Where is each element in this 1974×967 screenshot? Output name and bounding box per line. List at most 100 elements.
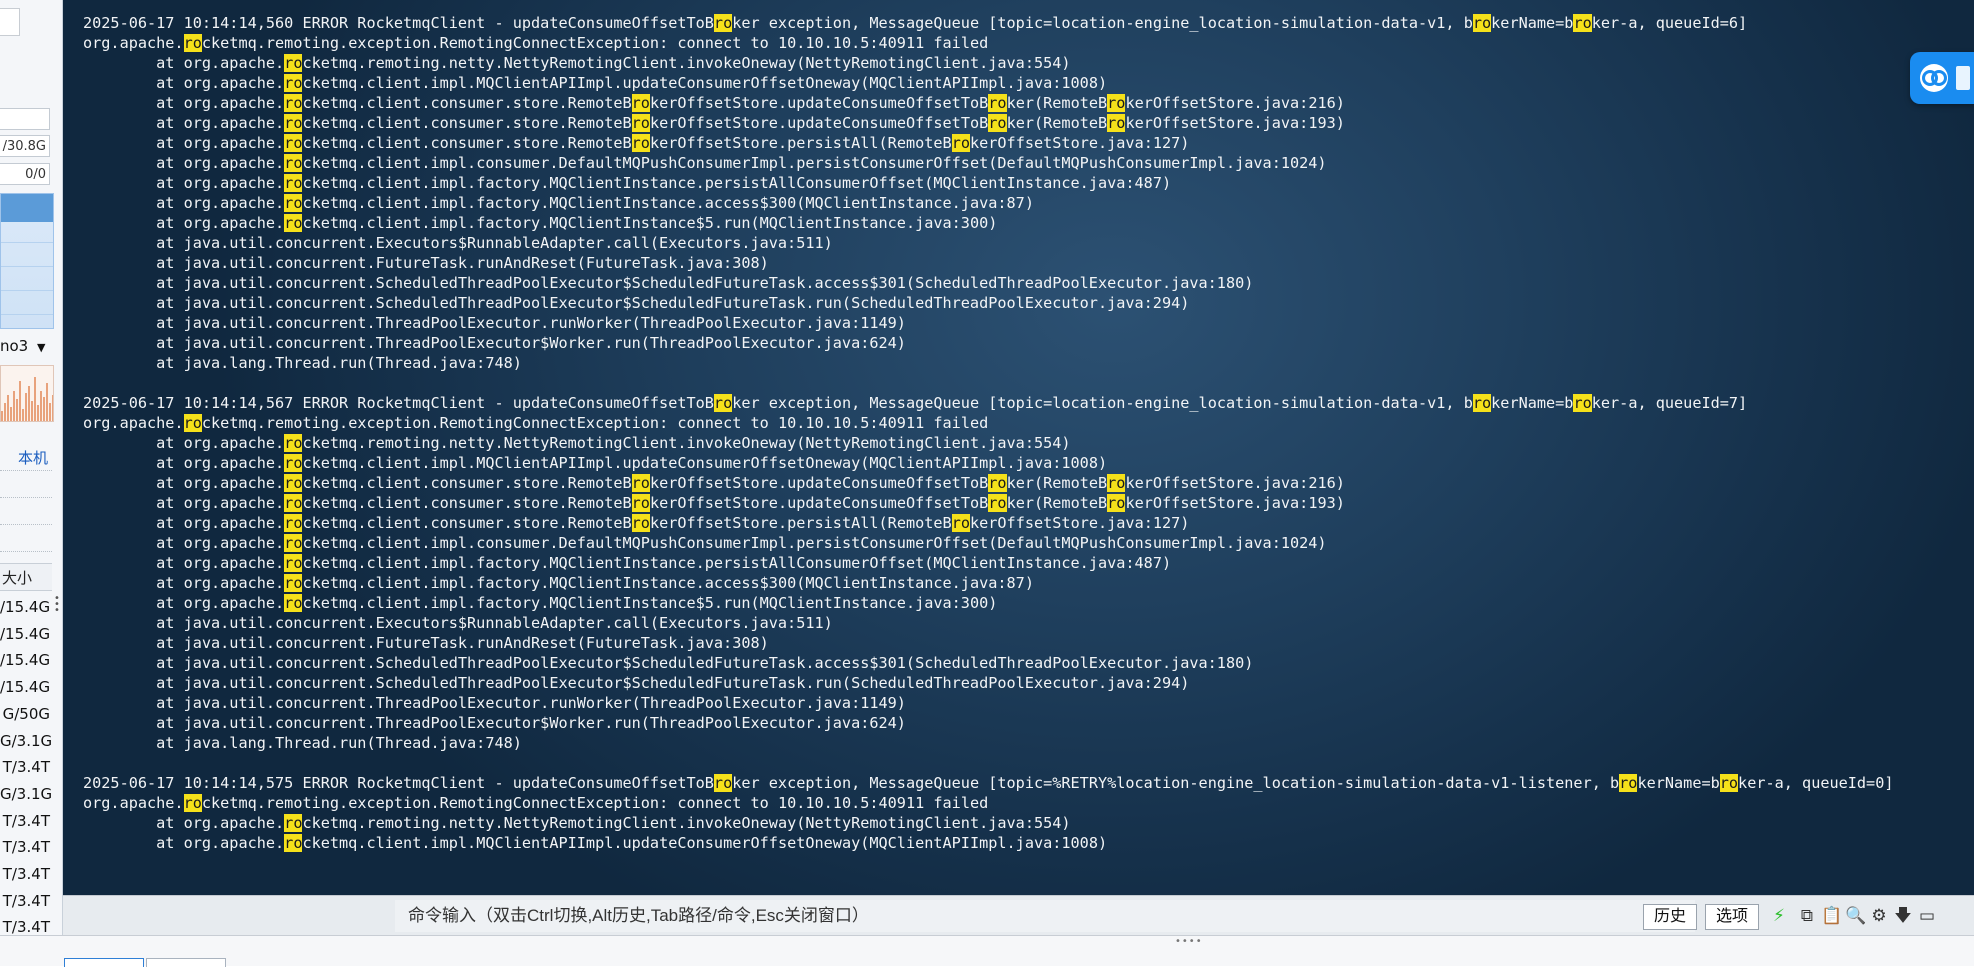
disk-size-value: /15.4G bbox=[0, 598, 51, 616]
sidebar-top-box[interactable] bbox=[0, 8, 20, 36]
graph-bar bbox=[34, 377, 36, 421]
search-highlight: ro bbox=[284, 434, 303, 452]
search-icon[interactable]: 🔍 bbox=[1845, 906, 1866, 926]
resize-grip[interactable]: •••• bbox=[1175, 936, 1203, 947]
disk-size-value: T/3.4T bbox=[2, 918, 50, 937]
log-line: at org.apache.rocketmq.remoting.netty.Ne… bbox=[83, 53, 1894, 73]
sidebar-usage-graph bbox=[0, 365, 54, 422]
log-text-segment: kerName=b bbox=[1637, 774, 1720, 792]
search-highlight: ro bbox=[1619, 774, 1638, 792]
size-column-header[interactable]: 大小 bbox=[0, 563, 52, 591]
sidebar-blank-field[interactable] bbox=[0, 108, 50, 130]
log-text-segment: 2025-06-17 10:14:14,560 ERROR RocketmqCl… bbox=[83, 14, 714, 32]
log-line: at java.util.concurrent.ThreadPoolExecut… bbox=[83, 693, 1894, 713]
search-highlight: ro bbox=[631, 514, 650, 532]
search-highlight: ro bbox=[284, 94, 303, 112]
log-line: at java.util.concurrent.ScheduledThreadP… bbox=[83, 293, 1894, 313]
log-text-segment: at org.apache. bbox=[83, 574, 285, 592]
log-text-segment: ker(RemoteB bbox=[1006, 474, 1108, 492]
disk-size-value: T/3.4T bbox=[2, 758, 50, 777]
disk-size-value: /15.4G bbox=[0, 651, 51, 670]
search-highlight: ro bbox=[951, 134, 970, 152]
history-button[interactable]: 历史 bbox=[1643, 904, 1698, 930]
log-line: at java.util.concurrent.FutureTask.runAn… bbox=[83, 633, 1894, 653]
gear-icon[interactable]: ⚙ bbox=[1869, 906, 1889, 926]
log-text-segment: at java.lang.Thread.run(Thread.java:748) bbox=[83, 354, 522, 372]
log-text-segment: org.apache. bbox=[83, 414, 184, 432]
options-button[interactable]: 选项 bbox=[1705, 904, 1760, 930]
log-line: at org.apache.rocketmq.client.impl.consu… bbox=[83, 533, 1894, 553]
paste-icon[interactable]: 📋 bbox=[1821, 906, 1842, 926]
search-highlight: ro bbox=[284, 134, 303, 152]
search-highlight: ro bbox=[284, 194, 303, 212]
maximize-icon[interactable]: ▭ bbox=[1917, 906, 1937, 926]
log-line: at org.apache.rocketmq.client.impl.MQCli… bbox=[83, 453, 1894, 473]
search-highlight: ro bbox=[1472, 394, 1492, 412]
search-highlight: ro bbox=[713, 774, 733, 792]
log-text-segment: cketmq.remoting.exception.RemotingConnec… bbox=[201, 794, 989, 812]
search-highlight: ro bbox=[284, 114, 303, 132]
search-highlight: ro bbox=[284, 514, 303, 532]
log-text-segment: at java.util.concurrent.ThreadPoolExecut… bbox=[83, 334, 906, 352]
graph-bar bbox=[13, 391, 15, 421]
floating-app-button[interactable] bbox=[1910, 52, 1974, 104]
arrow-down-icon[interactable]: 🡇 bbox=[1893, 906, 1913, 926]
log-text-segment: at java.util.concurrent.FutureTask.runAn… bbox=[83, 254, 769, 272]
log-line: at java.lang.Thread.run(Thread.java:748) bbox=[83, 353, 1894, 373]
splitter-handle[interactable]: • • • bbox=[54, 594, 60, 616]
sidebar-dropdown[interactable]: no3 ▼ bbox=[0, 337, 45, 355]
search-highlight: ro bbox=[183, 414, 202, 432]
search-highlight: ro bbox=[284, 534, 303, 552]
log-text-segment: kerOffsetStore.updateConsumeOffsetToB bbox=[649, 114, 989, 132]
copy-icon[interactable]: ⧉ bbox=[1797, 906, 1817, 926]
command-input[interactable] bbox=[395, 900, 1695, 932]
log-text-segment: cketmq.client.impl.MQClientAPIImpl.updat… bbox=[302, 834, 1108, 852]
search-highlight: ro bbox=[284, 594, 303, 612]
tab-active[interactable] bbox=[64, 958, 144, 967]
log-text-segment: cketmq.client.impl.consumer.DefaultMQPus… bbox=[302, 154, 1327, 172]
log-text-segment: kerOffsetStore.updateConsumeOffsetToB bbox=[649, 494, 989, 512]
log-text-segment: at org.apache. bbox=[83, 134, 285, 152]
log-text-segment: cketmq.client.impl.factory.MQClientInsta… bbox=[302, 214, 998, 232]
log-text-segment: at java.util.concurrent.ScheduledThreadP… bbox=[83, 674, 1190, 692]
graph-bar bbox=[25, 393, 27, 421]
tab-inactive[interactable] bbox=[146, 958, 226, 967]
graph-bar bbox=[22, 409, 24, 421]
selected-row[interactable] bbox=[1, 194, 53, 222]
search-highlight: ro bbox=[1107, 114, 1126, 132]
log-line: at org.apache.rocketmq.client.consumer.s… bbox=[83, 113, 1894, 133]
disk-size-value: G/3.1G bbox=[0, 784, 53, 803]
log-text-segment: at java.util.concurrent.ScheduledThreadP… bbox=[83, 654, 1254, 672]
log-text-segment: kerName=b bbox=[1491, 14, 1574, 32]
log-text-segment: cketmq.client.impl.factory.MQClientInsta… bbox=[302, 554, 1172, 572]
graph-bar bbox=[31, 401, 33, 421]
log-text-segment: kerOffsetStore.java:193) bbox=[1125, 114, 1345, 132]
search-highlight: ro bbox=[284, 474, 303, 492]
terminal-output[interactable]: 2025-06-17 10:14:14,560 ERROR RocketmqCl… bbox=[63, 0, 1974, 895]
lightning-icon[interactable]: ⚡ bbox=[1769, 906, 1789, 926]
disk-size-value: T/3.4T bbox=[2, 891, 50, 910]
sidebar-process-list[interactable] bbox=[0, 193, 54, 329]
log-line: at org.apache.rocketmq.client.consumer.s… bbox=[83, 133, 1894, 153]
sidebar-host-label[interactable]: 本机 bbox=[18, 447, 48, 468]
disk-size-value: G/3.1G bbox=[0, 731, 53, 750]
disk-size-value: T/3.4T bbox=[2, 865, 50, 883]
search-highlight: ro bbox=[951, 514, 970, 532]
log-text-segment: at org.apache. bbox=[83, 434, 285, 452]
search-highlight: ro bbox=[1107, 474, 1126, 492]
log-text-segment: at org.apache. bbox=[83, 94, 285, 112]
log-text-segment: at org.apache. bbox=[83, 814, 285, 832]
log-text-segment: at org.apache. bbox=[83, 174, 285, 192]
log-text-segment: kerOffsetStore.persistAll(RemoteB bbox=[649, 514, 952, 532]
search-highlight: ro bbox=[631, 494, 650, 512]
panel-peek bbox=[1956, 66, 1970, 90]
log-text-segment: at org.apache. bbox=[83, 554, 285, 572]
search-highlight: ro bbox=[1472, 14, 1492, 32]
log-text-segment: kerOffsetStore.java:216) bbox=[1125, 474, 1345, 492]
search-highlight: ro bbox=[713, 14, 733, 32]
search-highlight: ro bbox=[631, 94, 650, 112]
graph-bar bbox=[37, 405, 39, 421]
log-text-segment: cketmq.client.consumer.store.RemoteB bbox=[302, 474, 632, 492]
search-highlight: ro bbox=[988, 494, 1007, 512]
